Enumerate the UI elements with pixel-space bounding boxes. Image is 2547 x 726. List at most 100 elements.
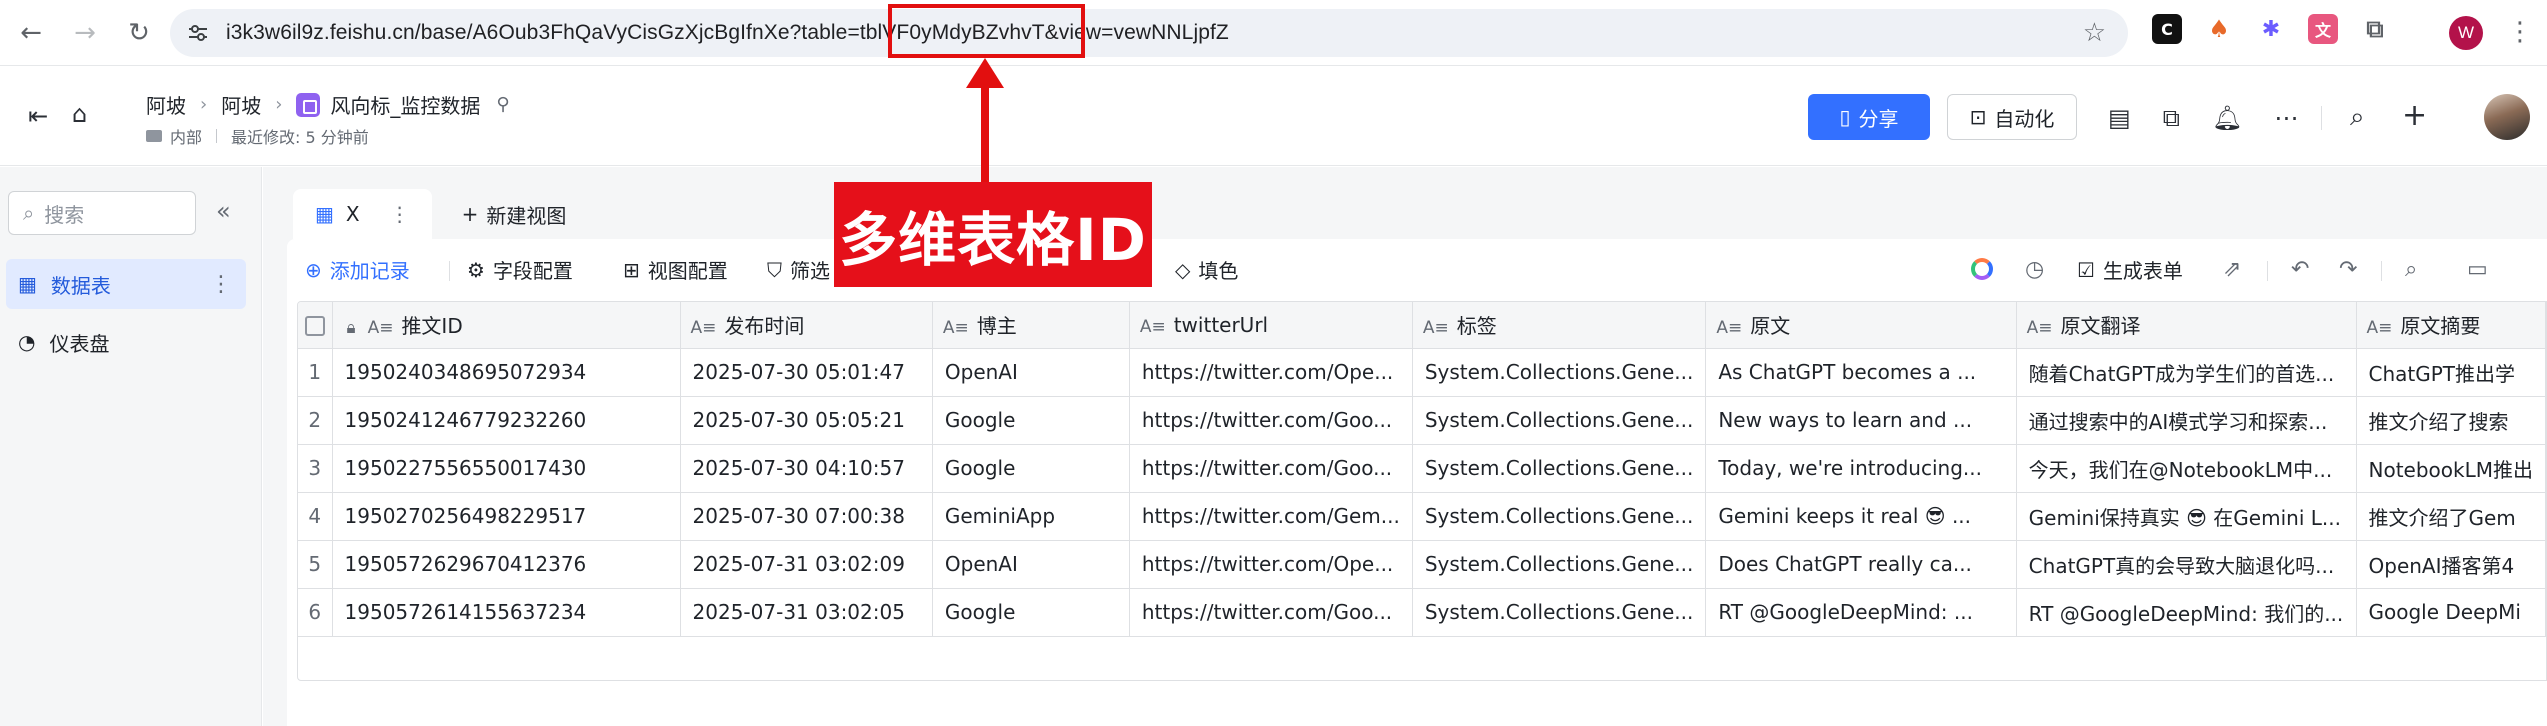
pin-icon[interactable]: ⚲ [496,94,509,115]
table-cell[interactable]: 1950227556550017430 [332,444,681,493]
table-row[interactable]: 5 1950572629670412376 2025-07-31 03:02:09 O… [298,540,2546,589]
comment-icon[interactable]: ▭ [2467,257,2488,282]
table-cell[interactable]: 1950241246779232260 [332,396,681,445]
bookmark-star-icon[interactable]: ☆ [2083,18,2106,48]
forward-button[interactable]: → [62,10,108,56]
column-header[interactable]: A≡ 原文 [1705,302,2017,349]
column-header[interactable]: A≡ 发布时间 [680,302,933,349]
table-cell[interactable]: 1950572614155637234 [332,588,681,637]
table-cell[interactable]: Gemini保持真实 😎 在Gemini L... [2016,492,2357,541]
table-cell[interactable]: 1950270256498229517 [332,492,681,541]
table-cell[interactable]: System.Collections.Gene... [1412,588,1707,637]
column-header[interactable]: A≡ twitterUrl [1129,302,1413,349]
sidebar-item-table[interactable]: ▦ 数据表 ⋮ [6,259,246,309]
table-cell[interactable]: 1950240348695072934 [332,348,681,397]
more-icon[interactable]: ⋯ [2274,104,2298,132]
share-view-icon[interactable]: ⇗ [2223,257,2241,282]
user-avatar[interactable] [2484,94,2530,140]
field-config-button[interactable]: ⚙ 字段配置 [467,255,573,284]
table-cell[interactable]: 通过搜索中的AI模式学习和探索... [2016,396,2357,445]
sidebar-toggle-icon[interactable]: ⇤ [28,102,48,130]
table-cell[interactable]: Google DeepMi [2356,588,2546,637]
breadcrumb-item[interactable]: 阿坡 [146,90,186,119]
browser-profile-avatar[interactable]: W [2449,16,2483,50]
table-cell[interactable]: OpenAI [932,540,1130,589]
undo-icon[interactable]: ↶ [2291,257,2309,282]
table-cell[interactable]: Gemini keeps it real 😎 ... [1705,492,2017,541]
table-cell[interactable]: 推文介绍了Gem [2356,492,2546,541]
table-cell[interactable]: ChatGPT真的会导致大脑退化吗... [2016,540,2357,589]
search-records-icon[interactable]: ⌕ [2405,257,2417,282]
table-cell[interactable]: https://twitter.com/Goo... [1129,588,1413,637]
document-info-icon[interactable]: ▤ [2108,104,2131,132]
more-vertical-icon[interactable]: ⋮ [210,272,232,297]
table-cell[interactable]: GeminiApp [932,492,1130,541]
table-cell[interactable]: Google [932,444,1130,493]
share-button[interactable]: ▯ 分享 [1808,94,1930,140]
table-cell[interactable]: RT @GoogleDeepMind: 我们的... [2016,588,2357,637]
table-cell[interactable]: 2025-07-31 03:02:09 [680,540,933,589]
redo-icon[interactable]: ↷ [2339,257,2357,282]
breadcrumb-item[interactable]: 阿坡 [221,90,261,119]
select-all-checkbox[interactable] [304,316,325,337]
table-cell[interactable]: https://twitter.com/Goo... [1129,444,1413,493]
table-cell[interactable]: RT @GoogleDeepMind: ... [1705,588,2017,637]
table-cell[interactable]: 2025-07-30 04:10:57 [680,444,933,493]
automation-button[interactable]: ⊡ 自动化 [1947,94,2077,140]
table-cell[interactable]: As ChatGPT becomes a ... [1705,348,2017,397]
table-cell[interactable]: System.Collections.Gene... [1412,444,1707,493]
new-view-button[interactable]: + 新建视图 [462,200,567,229]
extension-pink-icon[interactable]: 文 [2308,14,2338,44]
column-header[interactable]: A≡ 原文翻译 [2016,302,2357,349]
table-cell[interactable]: https://twitter.com/Ope... [1129,348,1413,397]
search-icon[interactable]: ⌕ [2350,102,2365,133]
table-cell[interactable]: Google [932,588,1130,637]
table-cell[interactable]: https://twitter.com/Goo... [1129,396,1413,445]
table-cell[interactable]: 1950572629670412376 [332,540,681,589]
column-header[interactable]: 🔒︎ A≡ 推文ID [332,302,681,349]
table-cell[interactable]: OpenAI [932,348,1130,397]
table-row[interactable]: 1 1950240348695072934 2025-07-30 05:01:47 O… [298,348,2546,397]
table-cell[interactable]: System.Collections.Gene... [1412,348,1707,397]
table-cell[interactable]: System.Collections.Gene... [1412,396,1707,445]
filter-button[interactable]: ⛉ 筛选 [767,255,830,284]
table-cell[interactable]: 随着ChatGPT成为学生们的首选... [2016,348,2357,397]
collapse-sidebar-icon[interactable]: « [216,197,231,225]
table-cell[interactable]: NotebookLM推出 [2356,444,2546,493]
table-cell[interactable]: 2025-07-30 07:00:38 [680,492,933,541]
table-cell[interactable]: Does ChatGPT really ca... [1705,540,2017,589]
table-cell[interactable]: New ways to learn and ... [1705,396,2017,445]
ai-assistant-icon[interactable] [1971,258,1993,280]
more-vertical-icon[interactable]: ⋮ [390,202,410,226]
extension-c-icon[interactable]: C [2152,14,2182,44]
table-cell[interactable]: Today, we're introducing... [1705,444,2017,493]
page-title[interactable]: 风向标_监控数据 [330,90,480,119]
table-cell[interactable]: System.Collections.Gene... [1412,540,1707,589]
table-row[interactable]: 2 1950241246779232260 2025-07-30 05:05:21 G… [298,396,2546,445]
table-cell[interactable]: 推文介绍了搜索 [2356,396,2546,445]
generate-form-button[interactable]: ☑ 生成表单 [2077,255,2183,284]
table-cell[interactable]: ChatGPT推出学 [2356,348,2546,397]
back-button[interactable]: ← [8,10,54,56]
home-icon[interactable]: ⌂ [72,100,87,128]
table-cell[interactable]: https://twitter.com/Gem... [1129,492,1413,541]
extension-mushroom-icon[interactable]: ♠ [2204,14,2234,44]
table-cell[interactable]: 今天，我们在@NotebookLM中... [2016,444,2357,493]
add-record-button[interactable]: ⊕ 添加记录 [305,255,410,284]
site-info-icon[interactable] [184,19,212,47]
table-cell[interactable]: Google [932,396,1130,445]
table-cell[interactable]: OpenAI播客第4 [2356,540,2546,589]
table-cell[interactable]: https://twitter.com/Ope... [1129,540,1413,589]
column-header[interactable]: A≡ 原文摘要 [2356,302,2546,349]
table-row[interactable]: 3 1950227556550017430 2025-07-30 04:10:57 G… [298,444,2546,493]
plugin-icon[interactable]: ⧉ [2163,104,2180,132]
select-all-cell[interactable] [298,302,333,349]
history-icon[interactable]: ◷ [2025,257,2044,282]
address-bar[interactable]: i3k3w6il9z.feishu.cn/base/A6Oub3FhQaVyCi… [170,9,2128,57]
column-header[interactable]: A≡ 博主 [932,302,1130,349]
sidebar-search-input[interactable]: ⌕ 搜索 [8,191,196,235]
browser-menu-icon[interactable]: ⋮ [2507,12,2533,52]
extension-translate-icon[interactable]: ✱ [2256,14,2286,44]
table-cell[interactable]: 2025-07-31 03:02:05 [680,588,933,637]
table-row[interactable]: 6 1950572614155637234 2025-07-31 03:02:05 G… [298,588,2546,637]
